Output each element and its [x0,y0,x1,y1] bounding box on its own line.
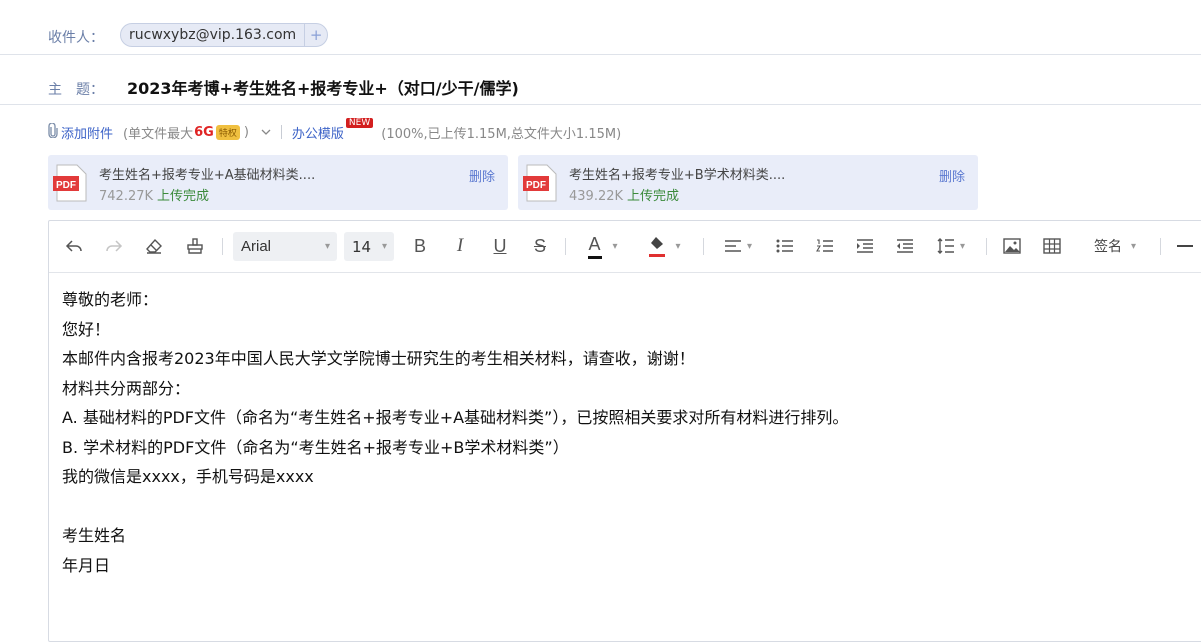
attachment-card: PDF 考生姓名+报考专业+B学术材料类.... 439.22K 上传完成 删除 [518,155,978,210]
subject-input[interactable]: 2023年考博+考生姓名+报考专业+（对口/少干/儒学) [127,75,519,99]
chevron-down-icon: ▾ [324,241,330,252]
attachment-file-meta: 742.27K 上传完成 [99,185,209,204]
body-line: 您好！ [62,319,111,339]
chevron-down-icon: ▾ [381,241,387,252]
bold-icon[interactable]: B [409,233,431,259]
body-line: 考生姓名 [62,526,127,545]
add-recipient-button[interactable]: + [304,24,327,46]
pdf-icon-label: PDF [526,180,546,191]
upload-status: 上传完成 [627,189,680,204]
upload-status: 上传完成 [157,189,210,204]
recipient-address: rucwxybz@vip.163.com [129,27,297,43]
pdf-icon: PDF [53,164,87,202]
toolbar-divider [703,238,704,255]
delete-attachment-button[interactable]: 删除 [939,166,965,185]
divider [280,125,282,139]
chevron-down-icon: ▾ [959,240,966,252]
chevron-down-icon: ▾ [746,240,753,252]
chevron-down-icon: ▾ [612,240,618,252]
attachment-limit-size: 6G [194,124,214,140]
font-color-letter: A [588,233,601,254]
body-line [62,492,848,522]
body-line: B. 学术材料的PDF文件（命名为“考生姓名+报考专业+B学术材料类”） [62,437,569,457]
line-height-icon[interactable]: ▾ [933,233,969,259]
editor-toolbar: Arial ▾ 14 ▾ B I U S A ▾ ▾ ▾ ▾ 签名 ▾ [49,221,1201,273]
font-family-value: Arial [241,238,272,255]
pdf-icon-label: PDF [56,180,76,191]
mail-body[interactable]: 尊敬的老师： 您好！ 本邮件内含报考2023年中国人民大学文学院博士研究生的考生… [62,285,848,580]
new-badge: NEW [345,118,374,128]
chevron-down-icon: ▾ [675,240,681,252]
toolbar-divider [565,238,566,255]
font-size-value: 14 [352,237,372,256]
paperclip-icon[interactable] [48,121,58,142]
recipient-row: 收件人： rucwxybz@vip.163.com + [0,20,1201,55]
chevron-down-icon[interactable] [261,125,271,140]
font-color-icon[interactable]: A ▾ [583,233,623,259]
toolbar-divider [986,238,987,255]
attachment-limit-prefix: (单文件最大 [123,126,194,142]
subject-row: 主 题： 2023年考博+考生姓名+报考专业+（对口/少干/儒学) [0,70,1201,105]
body-line: A. 基础材料的PDF文件（命名为“考生姓名+报考专业+A基础材料类”），已按照… [62,408,849,427]
attachment-file-size: 439.22K [569,189,624,204]
font-family-select[interactable]: Arial ▾ [233,232,337,261]
attachment-file-meta: 439.22K 上传完成 [569,185,679,204]
delete-attachment-button[interactable]: 删除 [469,166,495,185]
body-line: 年月日 [62,555,111,575]
align-icon[interactable]: ▾ [720,233,756,259]
signature-select[interactable]: 签名 ▾ [1087,233,1143,259]
horizontal-rule-icon[interactable] [1175,233,1195,259]
underline-icon[interactable]: U [489,233,511,259]
attachment-bar: 添加附件 (单文件最大 6G 特权 ) 办公模版 NEW (100%,已上传1.… [48,118,622,142]
attachment-file-size: 742.27K [99,189,154,204]
toolbar-divider [222,238,223,255]
toolbar-divider [1160,238,1161,255]
mail-editor: Arial ▾ 14 ▾ B I U S A ▾ ▾ ▾ ▾ 签名 ▾ 尊敬的老… [48,220,1201,642]
italic-icon[interactable]: I [449,233,471,259]
format-painter-icon[interactable] [184,233,206,259]
body-line: 我的微信是xxxx，手机号码是xxxx [62,467,314,486]
font-size-select[interactable]: 14 ▾ [344,232,394,261]
eraser-icon[interactable] [143,233,165,259]
office-template-link[interactable]: 办公模版 [292,123,344,142]
attachment-file-name: 考生姓名+报考专业+B学术材料类.... [569,168,786,183]
indent-decrease-icon[interactable] [894,233,916,259]
pdf-icon: PDF [523,164,557,202]
subject-label: 主 题： [48,82,104,98]
upload-summary: (100%,已上传1.15M,总文件大小1.15M) [381,126,622,142]
table-icon[interactable] [1041,233,1063,259]
strikethrough-icon[interactable]: S [529,233,551,259]
add-attachment-link[interactable]: 添加附件 [61,123,113,142]
highlight-icon[interactable]: ▾ [644,233,686,259]
bullet-list-icon[interactable] [774,233,796,259]
body-line: 尊敬的老师： [62,290,159,309]
redo-icon[interactable] [103,233,125,259]
body-line: 材料共分两部分： [62,378,191,398]
attachment-file-name: 考生姓名+报考专业+A基础材料类.... [99,168,316,183]
image-icon[interactable] [1001,233,1023,259]
numbered-list-icon[interactable] [814,233,836,259]
undo-icon[interactable] [63,233,85,259]
to-label: 收件人： [48,30,104,46]
signature-label: 签名 [1093,239,1122,255]
perk-badge: 特权 [215,124,240,140]
attachment-limit-suffix: ) [243,124,249,140]
indent-increase-icon[interactable] [854,233,876,259]
body-line: 本邮件内含报考2023年中国人民大学文学院博士研究生的考生相关材料，请查收，谢谢… [62,349,695,368]
chevron-down-icon: ▾ [1130,240,1137,252]
recipient-chip[interactable]: rucwxybz@vip.163.com + [120,23,329,47]
attachment-card: PDF 考生姓名+报考专业+A基础材料类.... 742.27K 上传完成 删除 [48,155,508,210]
